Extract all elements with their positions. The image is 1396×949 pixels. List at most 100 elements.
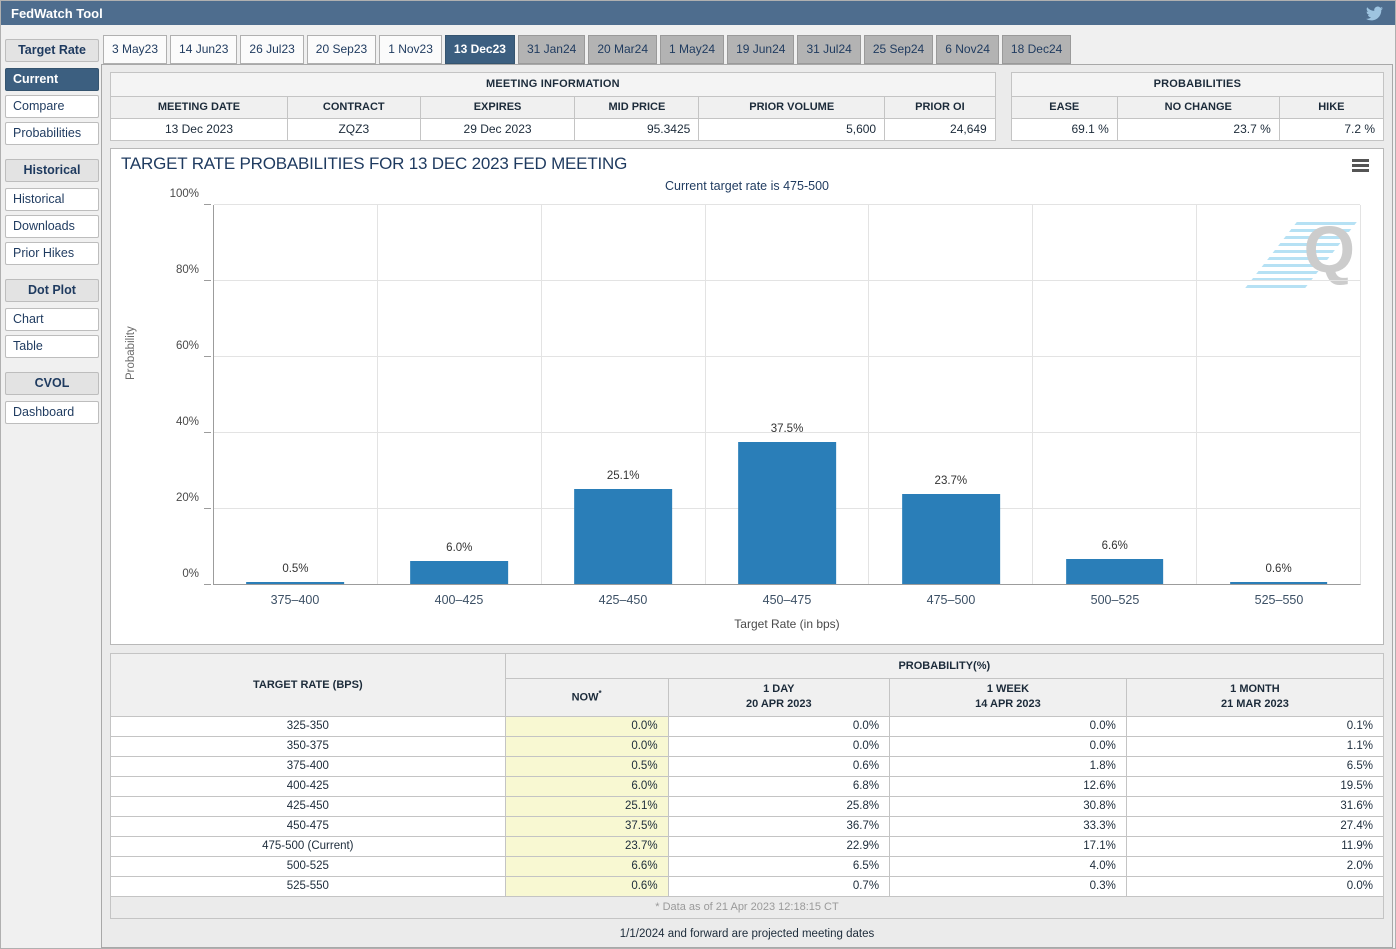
fedwatch-page: FedWatch Tool Target RateCurrentCompareP…	[0, 0, 1396, 949]
rate-cell: 400-425	[111, 776, 506, 796]
meeting-info-col-3: MID PRICE	[575, 97, 699, 119]
tab-1-may24[interactable]: 1 May24	[660, 35, 724, 64]
chart-cell-475–500: 23.7%	[869, 205, 1033, 584]
chart-title: TARGET RATE PROBABILITIES FOR 13 DEC 202…	[121, 154, 627, 174]
sub-header-1-week: 1 WEEK14 APR 2023	[890, 679, 1127, 717]
month-cell: 1.1%	[1126, 736, 1383, 756]
sub-header-1-day: 1 DAY20 APR 2023	[668, 679, 890, 717]
sidebar-item-table[interactable]: Table	[5, 335, 99, 358]
week-cell: 17.1%	[890, 836, 1127, 856]
probability-group-header: PROBABILITY(%)	[505, 654, 1383, 679]
table-row-325-350: 325-3500.0%0.0%0.0%0.1%	[111, 716, 1384, 736]
chart-cell-400–425: 6.0%	[378, 205, 542, 584]
meeting-info-col-0: MEETING DATE	[111, 97, 288, 119]
tab-19-jun24[interactable]: 19 Jun24	[727, 35, 794, 64]
probabilities-col-1: NO CHANGE	[1117, 97, 1279, 119]
sidebar-item-downloads[interactable]: Downloads	[5, 215, 99, 238]
rate-cell: 450-475	[111, 816, 506, 836]
sidebar-item-current[interactable]: Current	[5, 68, 99, 91]
week-cell: 1.8%	[890, 756, 1127, 776]
bar-value-label: 6.0%	[446, 542, 472, 554]
meeting-info-value-4: 5,600	[699, 119, 885, 141]
y-tick-20%: 20%	[176, 492, 199, 504]
meeting-info-col-5: PRIOR OI	[885, 97, 996, 119]
bar-525–550	[1230, 582, 1328, 584]
bar-425–450	[574, 489, 672, 584]
probabilities-value-row: 69.1 %23.7 %7.2 %	[1011, 119, 1383, 141]
month-cell: 0.1%	[1126, 716, 1383, 736]
twitter-icon[interactable]	[1366, 5, 1383, 22]
tab-26-jul23[interactable]: 26 Jul23	[240, 35, 303, 64]
table-row-375-400: 375-4000.5%0.6%1.8%6.5%	[111, 756, 1384, 776]
day-cell: 0.0%	[668, 716, 890, 736]
tab-18-dec24[interactable]: 18 Dec24	[1002, 35, 1071, 64]
day-cell: 6.8%	[668, 776, 890, 796]
y-tick-40%: 40%	[176, 416, 199, 428]
sidebar-item-chart[interactable]: Chart	[5, 308, 99, 331]
sidebar-item-prior-hikes[interactable]: Prior Hikes	[5, 242, 99, 265]
chart-cell-500–525: 6.6%	[1033, 205, 1197, 584]
meeting-info-col-1: CONTRACT	[287, 97, 420, 119]
sidebar-section-historical: Historical	[5, 159, 99, 182]
sub-header-now: NOW*	[505, 679, 668, 717]
probabilities-col-0: EASE	[1011, 97, 1117, 119]
x-label-475–500: 475–500	[869, 593, 1033, 607]
data-as-of-note: * Data as of 21 Apr 2023 12:18:15 CT	[111, 896, 1384, 918]
group-header-row: TARGET RATE (BPS) PROBABILITY(%)	[111, 654, 1384, 679]
tab-20-mar24[interactable]: 20 Mar24	[588, 35, 657, 64]
y-axis-ticks: 0%20%40%60%80%100%	[111, 205, 211, 585]
now-cell: 0.6%	[505, 876, 668, 896]
sidebar-item-historical[interactable]: Historical	[5, 188, 99, 211]
day-cell: 0.0%	[668, 736, 890, 756]
bar-value-label: 6.6%	[1102, 540, 1128, 552]
table-row-475-500Current: 475-500 (Current)23.7%22.9%17.1%11.9%	[111, 836, 1384, 856]
target-rate-chart: TARGET RATE PROBABILITIES FOR 13 DEC 202…	[110, 148, 1384, 645]
bar-500–525	[1066, 559, 1164, 584]
now-cell: 6.0%	[505, 776, 668, 796]
chart-menu-icon[interactable]	[1352, 159, 1369, 174]
sidebar-item-probabilities[interactable]: Probabilities	[5, 122, 99, 145]
meeting-info-value-0: 13 Dec 2023	[111, 119, 288, 141]
day-cell: 22.9%	[668, 836, 890, 856]
tab-13-dec23[interactable]: 13 Dec23	[445, 35, 515, 64]
meeting-information-table: MEETING INFORMATION MEETING DATECONTRACT…	[110, 72, 996, 141]
bar-value-label: 23.7%	[935, 475, 968, 487]
probabilities-value-1: 23.7 %	[1117, 119, 1279, 141]
now-cell: 0.0%	[505, 736, 668, 756]
now-cell: 37.5%	[505, 816, 668, 836]
sidebar-item-dashboard[interactable]: Dashboard	[5, 401, 99, 424]
sub-header-1-month: 1 MONTH21 MAR 2023	[1126, 679, 1383, 717]
tab-31-jul24[interactable]: 31 Jul24	[797, 35, 860, 64]
week-cell: 0.3%	[890, 876, 1127, 896]
tab-6-nov24[interactable]: 6 Nov24	[936, 35, 999, 64]
month-cell: 27.4%	[1126, 816, 1383, 836]
tab-1-nov23[interactable]: 1 Nov23	[379, 35, 442, 64]
y-tick-60%: 60%	[176, 340, 199, 352]
bar-value-label: 0.6%	[1265, 563, 1291, 575]
x-label-500–525: 500–525	[1033, 593, 1197, 607]
sidebar: Target Rate Current Compare Probabilities Hi…	[5, 39, 99, 428]
bar-400–425	[410, 561, 508, 584]
tab-3-may23[interactable]: 3 May23	[103, 35, 167, 64]
table-row-350-375: 350-3750.0%0.0%0.0%1.1%	[111, 736, 1384, 756]
bar-450–475	[738, 442, 836, 585]
y-tick-100%: 100%	[170, 188, 199, 200]
bar-value-label: 0.5%	[282, 563, 308, 575]
day-cell: 0.7%	[668, 876, 890, 896]
plot-area: 0.5%6.0%25.1%37.5%23.7%6.6%0.6%	[213, 205, 1361, 585]
meeting-info-value-row: 13 Dec 2023ZQZ329 Dec 202395.34255,60024…	[111, 119, 996, 141]
rate-column-header: TARGET RATE (BPS)	[111, 654, 506, 717]
main-content: 3 May2314 Jun2326 Jul2320 Sep231 Nov2313…	[101, 35, 1393, 948]
month-cell: 6.5%	[1126, 756, 1383, 776]
tab-20-sep23[interactable]: 20 Sep23	[307, 35, 376, 64]
sidebar-item-compare[interactable]: Compare	[5, 95, 99, 118]
tab-25-sep24[interactable]: 25 Sep24	[864, 35, 933, 64]
chart-cell-375–400: 0.5%	[214, 205, 378, 584]
tab-31-jan24[interactable]: 31 Jan24	[518, 35, 585, 64]
now-cell: 6.6%	[505, 856, 668, 876]
now-cell: 0.5%	[505, 756, 668, 776]
sidebar-section-dot-plot: Dot Plot	[5, 279, 99, 302]
sidebar-section-target-rate: Target Rate	[5, 39, 99, 62]
tab-14-jun23[interactable]: 14 Jun23	[170, 35, 237, 64]
y-tick-mark	[204, 508, 211, 509]
